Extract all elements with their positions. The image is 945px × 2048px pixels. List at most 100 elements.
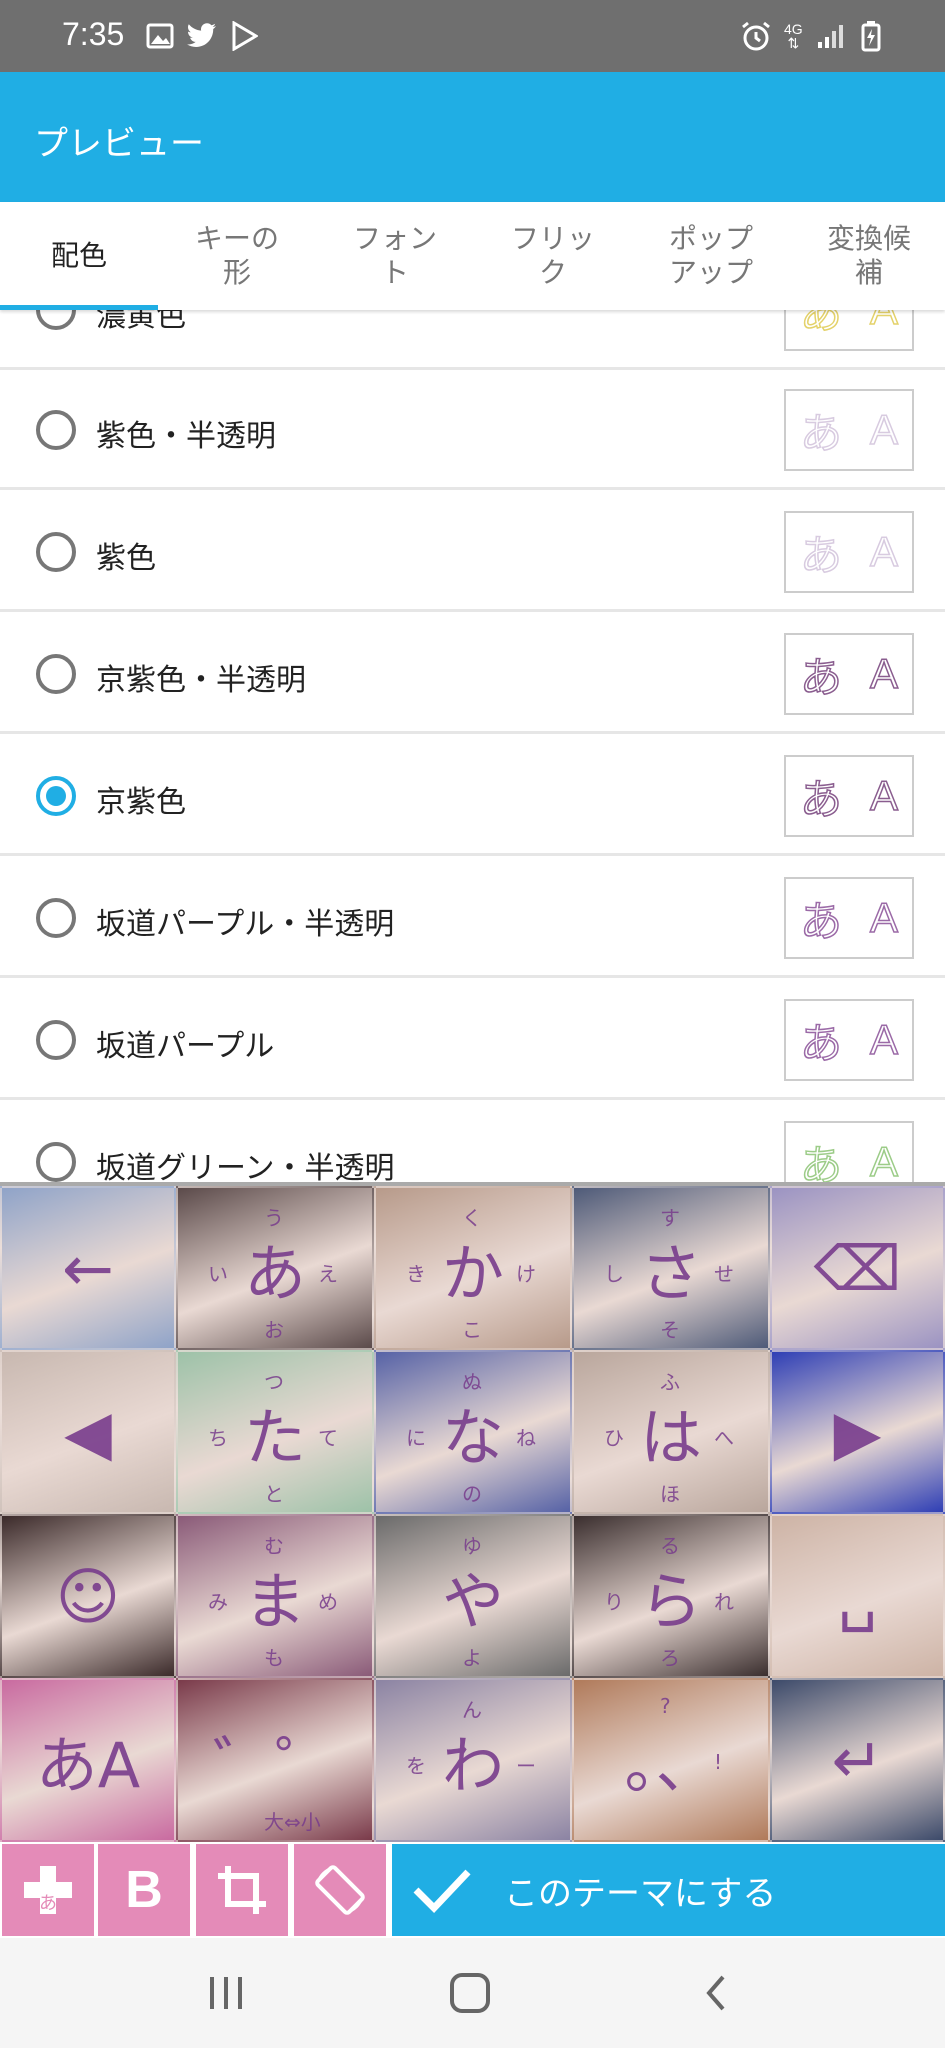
keyboard-key[interactable]: なにぬねの <box>374 1350 572 1514</box>
key-flick-label: ほ <box>660 1482 680 1506</box>
apply-theme-button[interactable]: このテーマにする <box>392 1844 945 1936</box>
preview-latin: A <box>869 649 899 698</box>
crop-button[interactable] <box>196 1844 288 1936</box>
rotate-button[interactable] <box>294 1844 386 1936</box>
network-type-indicator: 4G ⇅ <box>784 18 803 54</box>
keyboard-key[interactable]: あA <box>0 1678 176 1842</box>
color-option-row[interactable]: 坂道グリーン・半透明 あ A <box>0 1102 945 1182</box>
tab-flick[interactable]: フリッ ク <box>474 202 632 310</box>
preview-kana: あ <box>799 310 843 338</box>
bold-button[interactable]: B <box>98 1844 190 1936</box>
apply-theme-label: このテーマにする <box>504 1873 777 1914</box>
preview-latin: A <box>869 1137 899 1182</box>
color-option-row[interactable]: 京紫色 あ A <box>0 736 945 856</box>
preview-kana: あ <box>799 530 843 581</box>
key-color-preview: あA <box>784 999 914 1081</box>
keyboard-key[interactable]: ▶ <box>770 1350 945 1514</box>
color-option-label: 京紫色 <box>96 785 186 820</box>
color-option-row[interactable]: 紫色 あ A <box>0 492 945 612</box>
key-flick-label: ー <box>516 1754 536 1778</box>
key-color-preview: あA <box>784 389 914 471</box>
radio-button[interactable] <box>36 898 76 938</box>
key-flick-label: け <box>516 1262 536 1286</box>
home-button[interactable] <box>440 1968 500 2018</box>
radio-button[interactable] <box>36 532 76 572</box>
add-key-button[interactable]: あ <box>2 1844 94 1936</box>
keyboard-key[interactable]: たちつてと <box>176 1350 374 1514</box>
radio-button[interactable] <box>36 310 76 330</box>
key-flick-label: て <box>318 1426 338 1450</box>
keyboard-key[interactable]: さしすせそ <box>572 1186 770 1350</box>
check-icon <box>392 1866 492 1914</box>
preview-latin: A <box>869 1015 899 1064</box>
key-flick-label: つ <box>264 1370 284 1394</box>
color-option-row[interactable]: 坂道パープル・半透明 あ A <box>0 858 945 978</box>
radio-button[interactable] <box>36 654 76 694</box>
key-flick-label: り <box>604 1590 624 1614</box>
color-option-label: 坂道グリーン・半透明 <box>96 1151 395 1182</box>
radio-button[interactable] <box>36 1020 76 1060</box>
key-flick-label: み <box>208 1590 228 1614</box>
keyboard-key[interactable]: やゆよ <box>374 1514 572 1678</box>
keyboard-key[interactable]: ← <box>0 1186 176 1350</box>
home-icon <box>450 1973 490 2013</box>
radio-button[interactable] <box>36 1142 76 1182</box>
tab-key-shape[interactable]: キーの 形 <box>158 202 316 310</box>
page-title: プレビュー <box>34 124 204 164</box>
system-nav-bar <box>0 1938 945 2048</box>
radio-button[interactable] <box>36 410 76 450</box>
keyboard-key[interactable]: ☺ <box>0 1514 176 1678</box>
keyboard-key[interactable]: ␣ <box>770 1514 945 1678</box>
preview-latin: A <box>869 893 899 942</box>
theme-toolbar: あ B このテーマにする <box>0 1842 945 1938</box>
keyboard-key[interactable]: ゛゜ 大⇔小 <box>176 1678 374 1842</box>
key-color-preview: あA <box>784 511 914 593</box>
tab-label: 変換候 補 <box>826 222 911 289</box>
tab-label: フォン ト <box>352 222 437 289</box>
color-scheme-list: 濃黄色あA紫色・半透明あA紫色あA京紫色・半透明あA京紫色あA坂道パープル・半透… <box>0 310 945 1182</box>
key-color-preview: あA <box>784 755 914 837</box>
key-flick-label: こ <box>462 1318 482 1342</box>
preview-latin: A <box>869 405 899 454</box>
radio-button-selected[interactable] <box>36 776 76 816</box>
keyboard-key[interactable]: かきくけこ <box>374 1186 572 1350</box>
keyboard-key[interactable]: ↵ <box>770 1678 945 1842</box>
alarm-icon <box>740 18 772 54</box>
key-main-label: ↵ <box>831 1723 884 1797</box>
keyboard-key[interactable]: はひふへほ <box>572 1350 770 1514</box>
key-flick-label: ろ <box>660 1646 680 1670</box>
tab-conversion-candidates[interactable]: 変換候 補 <box>790 202 945 310</box>
key-flick-label: む <box>264 1534 284 1558</box>
tab-popup[interactable]: ポップ アップ <box>632 202 790 310</box>
color-option-row[interactable]: 坂道パープル あ A <box>0 980 945 1100</box>
key-flick-label: め <box>318 1590 338 1614</box>
color-option-row[interactable]: 京紫色・半透明 あ A <box>0 614 945 734</box>
color-option-row[interactable]: 紫色・半透明 あ A <box>0 370 945 490</box>
key-flick-label: ち <box>208 1426 228 1450</box>
recent-apps-button[interactable] <box>196 1968 256 2018</box>
key-main-label: ▶ <box>833 1395 882 1469</box>
keyboard-key[interactable]: わをんー <box>374 1678 572 1842</box>
key-main-label: ☺ <box>55 1559 121 1633</box>
keyboard-key[interactable]: あいうえお <box>176 1186 374 1350</box>
tab-color-scheme[interactable]: 配色 <box>0 202 158 310</box>
keyboard-key[interactable]: ◀ <box>0 1350 176 1514</box>
tab-font[interactable]: フォン ト <box>316 202 474 310</box>
key-flick-label: そ <box>660 1318 680 1342</box>
color-option-label: 京紫色・半透明 <box>96 663 306 698</box>
tab-label: キーの 形 <box>194 222 279 289</box>
keyboard-key[interactable]: ⌫ <box>770 1186 945 1350</box>
keyboard-key[interactable]: まみむめも <box>176 1514 374 1678</box>
color-option-row[interactable]: 濃黄色あA <box>0 310 945 370</box>
key-flick-label: う <box>264 1206 284 1230</box>
key-flick-label: し <box>604 1262 624 1286</box>
key-main-label: ← <box>62 1231 114 1305</box>
tab-label: ポップ アップ <box>668 222 753 289</box>
key-flick-label: と <box>264 1482 284 1506</box>
back-button[interactable] <box>686 1968 746 2018</box>
status-time: 7:35 <box>62 16 125 52</box>
key-flick-label: ぬ <box>462 1370 482 1394</box>
keyboard-key[interactable]: らりるれろ <box>572 1514 770 1678</box>
keyboard-key[interactable]: 。、?! <box>572 1678 770 1842</box>
color-option-label: 坂道パープル <box>96 1029 275 1064</box>
